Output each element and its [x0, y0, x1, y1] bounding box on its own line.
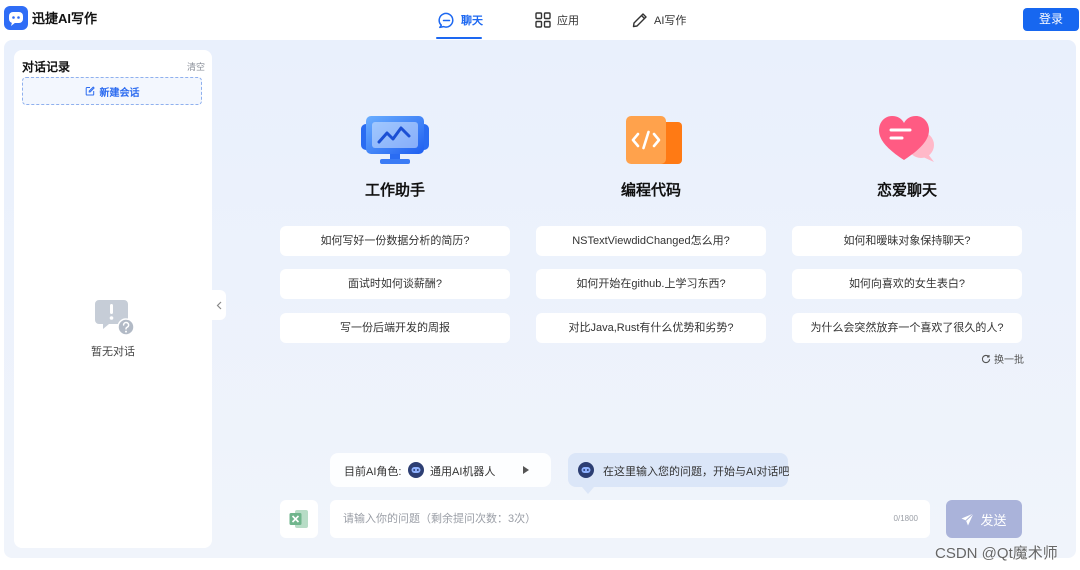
ai-role-selector[interactable]: 目前AI角色: 通用AI机器人: [330, 453, 551, 487]
suggested-question[interactable]: 为什么会突然放弃一个喜欢了很久的人?: [792, 313, 1022, 343]
attach-file-button[interactable]: [280, 500, 318, 538]
robot-icon: [578, 462, 594, 478]
hint-text: 在这里输入您的问题，开始与AI对话吧: [603, 466, 790, 478]
top-bar: 迅捷AI写作 聊天 应用 AI写作 登录: [0, 0, 1080, 40]
refresh-questions-button[interactable]: 换一批: [981, 351, 1024, 366]
tab-label: AI写作: [654, 15, 687, 27]
category-title-work: 工作助手: [364, 182, 425, 199]
app-name[interactable]: 迅捷AI写作: [32, 11, 97, 27]
code-file-icon: [622, 112, 684, 168]
edit-icon: [85, 86, 95, 96]
login-button[interactable]: 登录: [1023, 8, 1079, 31]
pen-icon: [632, 12, 648, 28]
sidebar-collapse-handle[interactable]: [212, 290, 226, 320]
monitor-chart-icon: [360, 112, 430, 168]
paper-plane-icon: [961, 512, 975, 526]
category-title-code: 编程代码: [620, 182, 681, 199]
tab-chat[interactable]: 聊天: [438, 9, 483, 31]
sidebar-title: 对话记录: [22, 60, 71, 74]
send-button[interactable]: 发送: [946, 500, 1022, 538]
excel-icon: [288, 508, 310, 530]
suggested-question[interactable]: NSTextViewdidChanged怎么用?: [536, 226, 766, 256]
conversation-sidebar: 对话记录 清空 新建会话 暂无对话: [14, 50, 212, 548]
category-title-love: 恋爱聊天: [876, 182, 937, 199]
role-name: 通用AI机器人: [430, 466, 496, 478]
suggested-question[interactable]: 面试时如何谈薪酬?: [280, 269, 510, 299]
char-counter: 0/1800: [893, 514, 918, 523]
tab-apps[interactable]: 应用: [535, 9, 579, 31]
suggested-question[interactable]: 如何开始在github.上学习东西?: [536, 269, 766, 299]
new-chat-button[interactable]: 新建会话: [22, 77, 202, 105]
empty-chat-icon: [94, 298, 136, 338]
active-tab-indicator: [436, 37, 482, 39]
suggested-question[interactable]: 如何写好一份数据分析的简历?: [280, 226, 510, 256]
chevron-left-icon: [216, 301, 222, 310]
role-prefix-label: 目前AI角色:: [344, 466, 402, 478]
suggested-question[interactable]: 如何和暧昧对象保持聊天?: [792, 226, 1022, 256]
heart-chat-icon: [876, 112, 938, 168]
tab-label: 聊天: [461, 15, 483, 27]
grid-icon: [535, 12, 551, 28]
watermark: CSDN @Qt魔术师: [935, 545, 1058, 562]
question-input-box: 0/1800: [330, 500, 930, 538]
refresh-label: 换一批: [994, 355, 1024, 366]
chat-bot-logo-icon[interactable]: [4, 6, 28, 30]
hint-pointer: [582, 487, 594, 494]
clear-history-button[interactable]: 清空: [187, 60, 205, 73]
tab-ai-writing[interactable]: AI写作: [632, 9, 686, 31]
empty-state-text: 暂无对话: [91, 346, 135, 358]
robot-icon: [408, 462, 424, 478]
send-label: 发送: [980, 512, 1007, 528]
question-input[interactable]: [330, 500, 870, 538]
suggested-question[interactable]: 写一份后端开发的周报: [280, 313, 510, 343]
suggested-question[interactable]: 如何向喜欢的女生表白?: [792, 269, 1022, 299]
chat-icon: [438, 12, 455, 29]
refresh-icon: [981, 354, 991, 364]
new-chat-label: 新建会话: [99, 87, 140, 99]
play-triangle-icon: [523, 466, 529, 474]
tab-label: 应用: [557, 15, 579, 27]
suggested-question[interactable]: 对比Java,Rust有什么优势和劣势?: [536, 313, 766, 343]
input-hint-bubble: 在这里输入您的问题，开始与AI对话吧: [568, 453, 790, 487]
